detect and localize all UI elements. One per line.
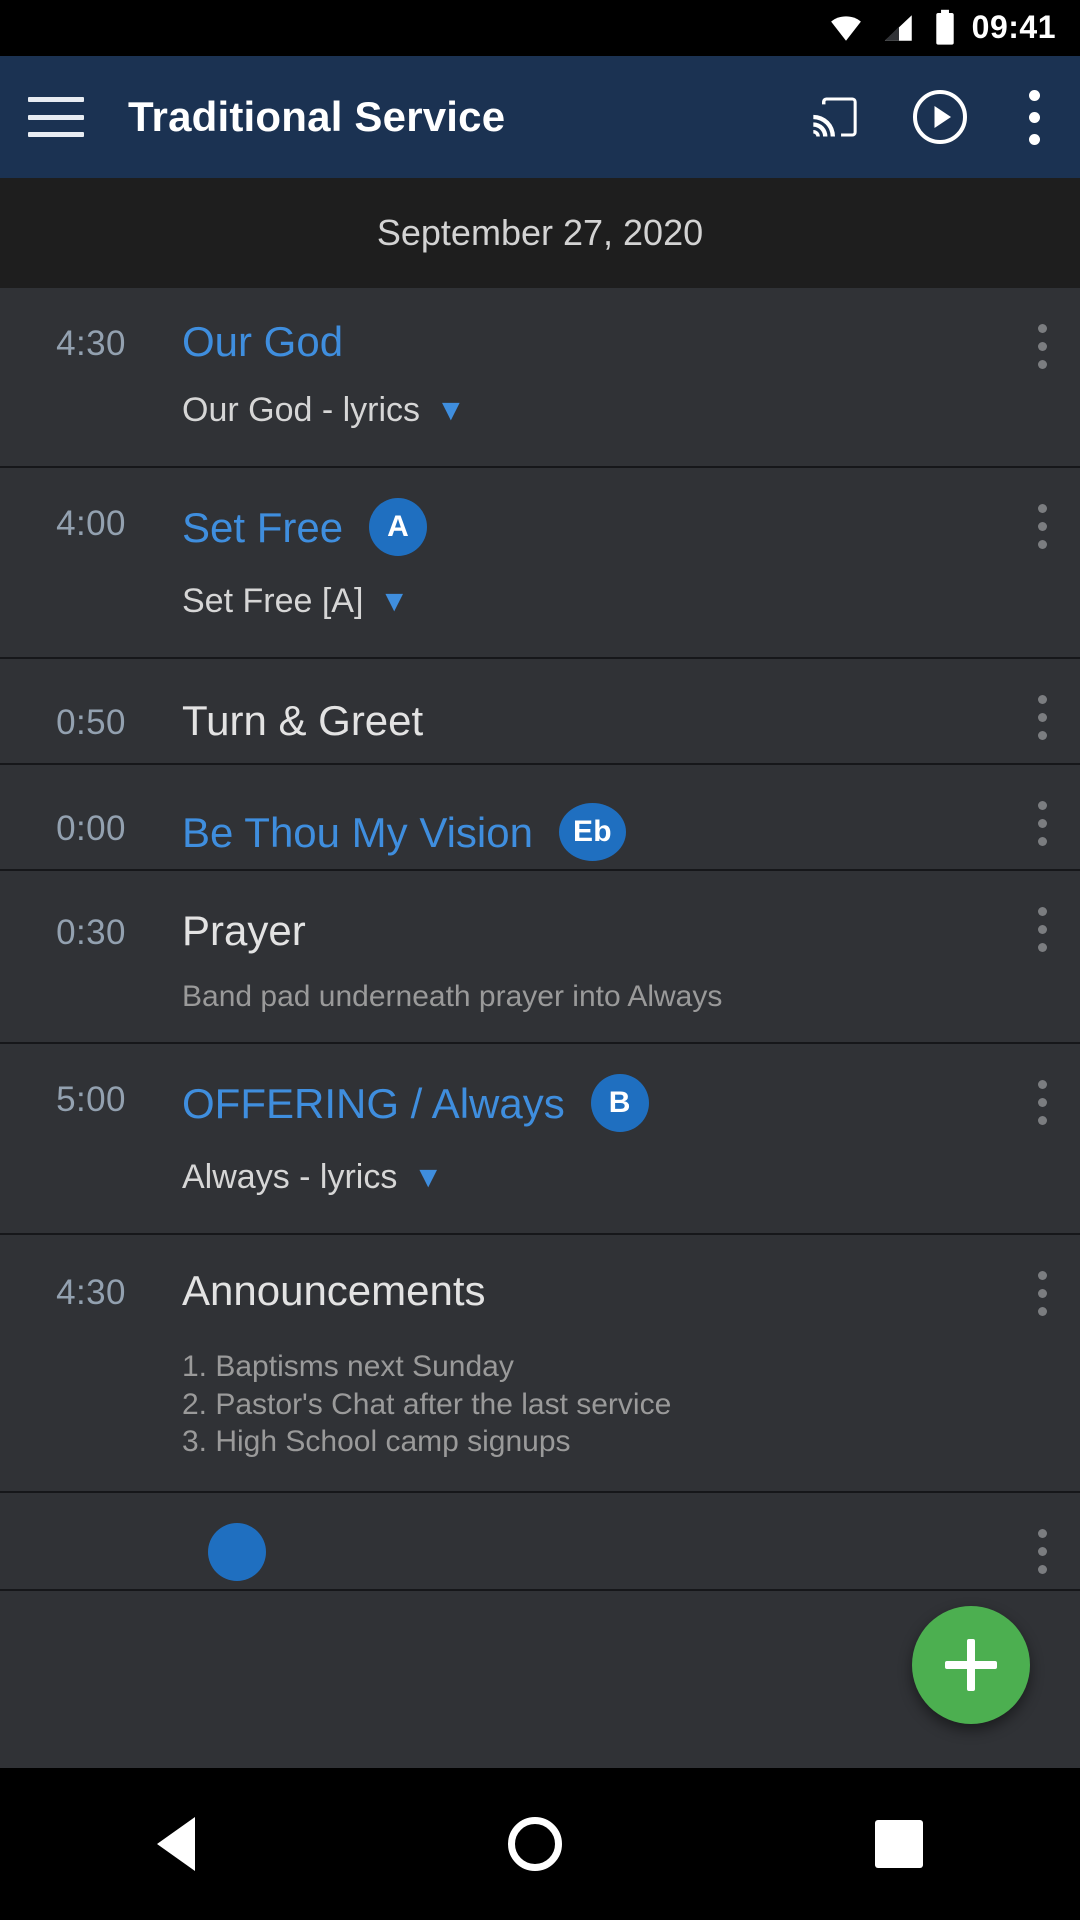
item-time: 5:00 (56, 1080, 126, 1120)
cast-icon[interactable] (806, 91, 864, 143)
item-title[interactable]: OFFERING / Always (182, 1080, 565, 1127)
item-attachment[interactable]: Set Free [A] ▼ (182, 582, 988, 627)
service-item-list[interactable]: 4:30 Our God Our God - lyrics ▼ 4:00 Set… (0, 288, 1080, 1768)
item-note-list: 1. Baptisms next Sunday 2. Pastor's Chat… (182, 1348, 988, 1461)
status-bar: 09:41 (0, 0, 1080, 56)
appbar-actions (806, 87, 1052, 147)
item-time (0, 1523, 182, 1529)
play-circle-icon[interactable] (910, 87, 970, 147)
attachment-label: Always - lyrics (182, 1158, 398, 1197)
item-title[interactable]: Our God (182, 318, 343, 365)
row-overflow-icon[interactable] (1036, 1271, 1048, 1317)
status-icons (826, 9, 958, 47)
row-overflow-icon[interactable] (1036, 907, 1048, 953)
add-icon (945, 1639, 997, 1691)
app-screen: 09:41 Traditional Service September 27, … (0, 0, 1080, 1920)
key-badge: Eb (558, 803, 626, 862)
item-note: Band pad underneath prayer into Always (182, 980, 723, 1014)
key-badge: A (369, 498, 428, 557)
table-row[interactable]: 4:30 Our God Our God - lyrics ▼ (0, 288, 1080, 469)
item-title[interactable]: Prayer (182, 907, 306, 954)
note-line: 1. Baptisms next Sunday (182, 1350, 514, 1384)
item-title[interactable]: Turn & Greet (182, 697, 423, 744)
app-bar: Traditional Service (0, 56, 1080, 178)
item-time: 4:30 (56, 1273, 126, 1313)
key-badge: B (590, 1074, 649, 1133)
row-overflow-icon[interactable] (1036, 695, 1048, 741)
chevron-down-icon[interactable]: ▼ (379, 586, 409, 617)
signal-icon (884, 15, 912, 41)
chevron-down-icon[interactable]: ▼ (436, 395, 466, 426)
row-overflow-icon[interactable] (1036, 324, 1048, 369)
table-row-partial[interactable] (0, 1493, 1080, 1591)
item-title[interactable]: Set Free (182, 504, 343, 551)
table-row[interactable]: 4:30 Announcements 1. Baptisms next Sund… (0, 1235, 1080, 1493)
row-overflow-icon[interactable] (1036, 504, 1048, 550)
recents-icon[interactable] (875, 1820, 924, 1868)
item-time: 0:30 (56, 913, 126, 953)
add-item-fab[interactable] (912, 1606, 1030, 1724)
table-row[interactable]: 0:30 Prayer Band pad underneath prayer i… (0, 871, 1080, 1045)
table-row[interactable]: 4:00 Set Free A Set Free [A] ▼ (0, 468, 1080, 660)
key-badge (208, 1522, 266, 1581)
row-overflow-icon[interactable] (1036, 1080, 1048, 1126)
table-row[interactable]: 0:00 Be Thou My Vision Eb (0, 765, 1080, 872)
date-header: September 27, 2020 (0, 178, 1080, 288)
battery-icon (935, 9, 954, 45)
page-title: Traditional Service (128, 93, 506, 140)
row-overflow-icon[interactable] (1036, 1528, 1048, 1574)
item-time: 0:50 (56, 703, 126, 743)
item-attachment[interactable]: Our God - lyrics ▼ (182, 391, 988, 436)
attachment-label: Set Free [A] (182, 582, 364, 621)
service-date: September 27, 2020 (376, 212, 704, 253)
table-row[interactable]: 0:50 Turn & Greet (0, 659, 1080, 766)
item-time: 0:00 (56, 809, 126, 849)
attachment-label: Our God - lyrics (182, 391, 421, 430)
home-icon[interactable] (507, 1817, 562, 1871)
table-row[interactable]: 5:00 OFFERING / Always B Always - lyrics… (0, 1044, 1080, 1236)
item-attachment[interactable]: Always - lyrics ▼ (182, 1158, 988, 1203)
more-vert-icon[interactable] (1016, 89, 1052, 145)
item-time: 4:00 (56, 504, 126, 544)
note-line: 2. Pastor's Chat after the last service (182, 1387, 672, 1421)
row-overflow-icon[interactable] (1036, 801, 1048, 847)
item-title[interactable]: Be Thou My Vision (182, 809, 533, 856)
hamburger-icon[interactable] (28, 97, 84, 137)
chevron-down-icon[interactable]: ▼ (413, 1162, 443, 1193)
item-time: 4:30 (56, 324, 126, 363)
back-icon[interactable] (156, 1817, 195, 1871)
note-line: 3. High School camp signups (182, 1425, 571, 1459)
android-nav-bar (0, 1768, 1080, 1920)
wifi-icon (830, 16, 861, 41)
status-time: 09:41 (971, 9, 1056, 45)
item-title[interactable]: Announcements (182, 1267, 486, 1314)
